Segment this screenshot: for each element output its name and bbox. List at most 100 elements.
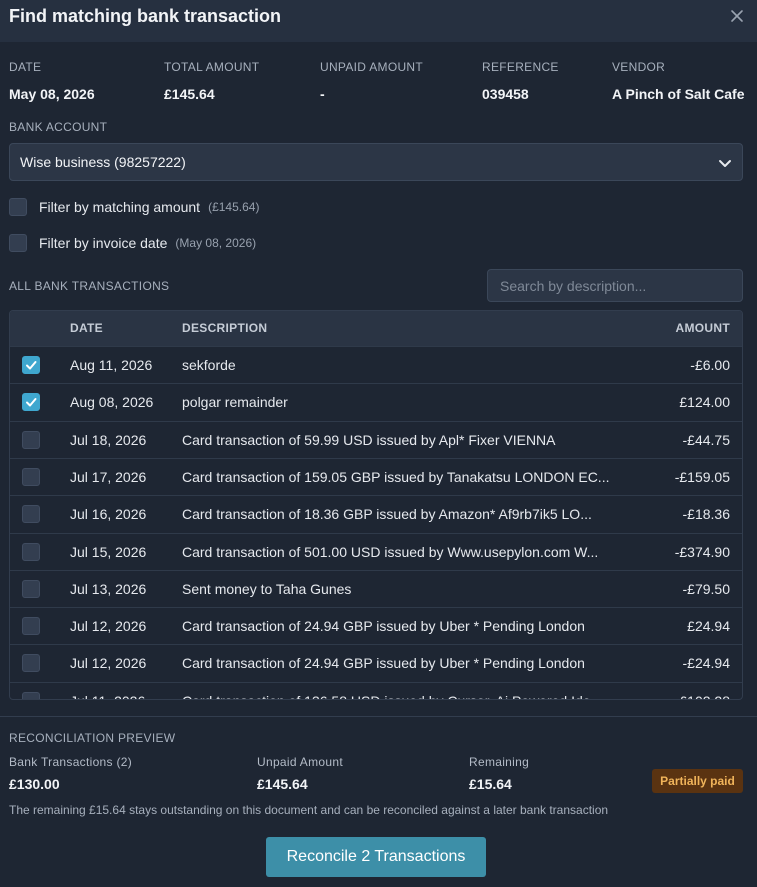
filter-invoice-date[interactable]: Filter by invoice date (May 08, 2026) — [9, 233, 256, 253]
meta-unpaid-amount: UNPAID AMOUNT - — [320, 60, 423, 102]
rp-unpaid-amount: Unpaid Amount £145.64 — [257, 755, 343, 792]
rp-bank-transactions-label: Bank Transactions (2) — [9, 755, 133, 769]
close-button[interactable] — [729, 8, 745, 24]
bank-account-label: BANK ACCOUNT — [9, 120, 108, 134]
row-checkbox[interactable] — [22, 542, 40, 561]
rp-unpaid-amount-value: £145.64 — [257, 776, 308, 792]
row-amount: -£159.05 — [674, 468, 730, 485]
row-description: Card transaction of 24.94 GBP issued by … — [182, 655, 585, 672]
meta-total-amount-value: £145.64 — [164, 86, 215, 102]
table-row[interactable]: Jul 12, 2026 Card transaction of 24.94 GB… — [10, 644, 742, 681]
modal-header: Find matching bank transaction — [0, 0, 757, 42]
row-amount: -£102.28 — [675, 693, 730, 699]
meta-vendor-label: VENDOR — [612, 60, 666, 74]
reconciliation-preview-label: RECONCILIATION PREVIEW — [9, 731, 176, 745]
meta-reference: REFERENCE 039458 — [482, 60, 559, 102]
check-icon — [26, 398, 37, 407]
meta-total-amount-label: TOTAL AMOUNT — [164, 60, 260, 74]
reconciliation-note: The remaining £15.64 stays outstanding o… — [9, 803, 609, 817]
bank-account-selected: Wise business (98257222) — [20, 154, 186, 170]
row-checkbox[interactable] — [22, 356, 40, 374]
reconcile-button[interactable]: Reconcile 2 Transactions — [266, 837, 486, 877]
rp-bank-transactions: Bank Transactions (2) £130.00 — [9, 755, 132, 792]
row-date: Jul 17, 2026 — [70, 468, 147, 485]
rp-unpaid-amount-label: Unpaid Amount — [257, 755, 343, 769]
row-description: polgar remainder — [182, 394, 288, 411]
meta-date-label: DATE — [9, 60, 42, 74]
rp-remaining: Remaining £15.64 — [469, 755, 529, 792]
row-date: Jul 15, 2026 — [70, 543, 147, 560]
filter-matching-amount-label: Filter by matching amount — [39, 199, 201, 215]
row-date: Jul 12, 2026 — [70, 655, 147, 672]
row-date: Jul 18, 2026 — [70, 431, 147, 448]
row-amount: £124.00 — [679, 394, 730, 411]
table-row[interactable]: Jul 18, 2026 Card transaction of 59.99 US… — [10, 420, 742, 458]
row-checkbox[interactable] — [22, 579, 40, 598]
row-amount: -£24.94 — [682, 655, 730, 672]
row-checkbox[interactable] — [22, 505, 40, 524]
row-description: Card transaction of 24.94 GBP issued by … — [182, 618, 585, 635]
filter-invoice-date-hint: (May 08, 2026) — [175, 236, 257, 250]
meta-unpaid-amount-value: - — [320, 86, 325, 102]
filter-invoice-date-checkbox[interactable] — [9, 234, 27, 252]
row-date: Jul 13, 2026 — [70, 580, 147, 597]
row-amount: -£18.36 — [682, 506, 730, 523]
header-description: DESCRIPTION — [182, 321, 268, 335]
meta-unpaid-amount-label: UNPAID AMOUNT — [320, 60, 424, 74]
row-checkbox[interactable] — [22, 691, 40, 699]
table-row[interactable]: Aug 11, 2026 sekforde -£6.00 — [10, 346, 742, 383]
modal-title: Find matching bank transaction — [9, 6, 282, 26]
table-row[interactable]: Jul 12, 2026 Card transaction of 24.94 GB… — [10, 607, 742, 644]
row-amount: -£6.00 — [690, 357, 730, 373]
row-date: Jul 12, 2026 — [70, 618, 147, 635]
meta-vendor-value: A Pinch of Salt Cafe — [612, 86, 745, 102]
row-date: Aug 08, 2026 — [70, 394, 154, 411]
row-date: Aug 11, 2026 — [70, 357, 153, 373]
row-amount: £24.94 — [687, 618, 730, 635]
row-description: Sent money to Taha Gunes — [182, 580, 352, 597]
meta-vendor: VENDOR A Pinch of Salt Cafe — [612, 60, 745, 102]
all-transactions-label: ALL BANK TRANSACTIONS — [9, 279, 170, 293]
row-amount: -£44.75 — [682, 431, 730, 448]
header-date: DATE — [70, 321, 103, 335]
row-checkbox[interactable] — [22, 430, 40, 449]
row-checkbox[interactable] — [22, 393, 40, 412]
filter-matching-amount-checkbox[interactable] — [9, 198, 27, 216]
row-description: Card transaction of 59.99 USD issued by … — [182, 431, 556, 448]
table-row[interactable]: Jul 11, 2026 Card transaction of 136.58 U… — [10, 681, 742, 699]
row-description: Card transaction of 501.00 USD issued by… — [182, 543, 599, 560]
meta-reference-label: REFERENCE — [482, 60, 559, 74]
row-amount: -£374.90 — [674, 543, 730, 560]
table-row[interactable]: Jul 17, 2026 Card transaction of 159.05 G… — [10, 457, 742, 495]
bank-account-select[interactable]: Wise business (98257222) — [9, 143, 743, 181]
close-icon — [731, 10, 743, 22]
table-row[interactable]: Aug 08, 2026 polgar remainder £124.00 — [10, 383, 742, 420]
row-checkbox[interactable] — [22, 467, 40, 486]
meta-date: DATE May 08, 2026 — [9, 60, 95, 102]
section-divider — [0, 716, 757, 717]
row-date: Jul 16, 2026 — [70, 506, 147, 523]
filter-invoice-date-label: Filter by invoice date — [39, 235, 168, 251]
row-description: Card transaction of 159.05 GBP issued by… — [182, 468, 610, 485]
row-checkbox[interactable] — [22, 617, 40, 636]
row-description: sekforde — [182, 357, 236, 373]
meta-date-value: May 08, 2026 — [9, 86, 95, 102]
table-row[interactable]: Jul 13, 2026 Sent money to Taha Gunes -£79… — [10, 569, 742, 607]
row-amount: -£79.50 — [682, 580, 730, 597]
rp-bank-transactions-value: £130.00 — [9, 776, 60, 792]
transactions-table: DATE DESCRIPTION AMOUNT Aug 11, 2026 sekf… — [9, 310, 743, 700]
chevron-down-icon — [718, 156, 732, 170]
table-row[interactable]: Jul 16, 2026 Card transaction of 18.36 GB… — [10, 495, 742, 532]
row-description: Card transaction of 136.58 USD issued by… — [182, 693, 632, 699]
row-checkbox[interactable] — [22, 654, 40, 673]
row-date: Jul 11, 2026 — [70, 693, 145, 699]
table-header: DATE DESCRIPTION AMOUNT — [10, 311, 742, 346]
check-icon — [26, 361, 37, 370]
row-description: Card transaction of 18.36 GBP issued by … — [182, 506, 592, 523]
table-row[interactable]: Jul 15, 2026 Card transaction of 501.00 U… — [10, 532, 742, 570]
filter-matching-amount[interactable]: Filter by matching amount (£145.64) — [9, 197, 259, 217]
search-input[interactable] — [487, 269, 743, 302]
meta-total-amount: TOTAL AMOUNT £145.64 — [164, 60, 259, 102]
meta-reference-value: 039458 — [482, 86, 529, 102]
header-amount: AMOUNT — [675, 321, 730, 335]
